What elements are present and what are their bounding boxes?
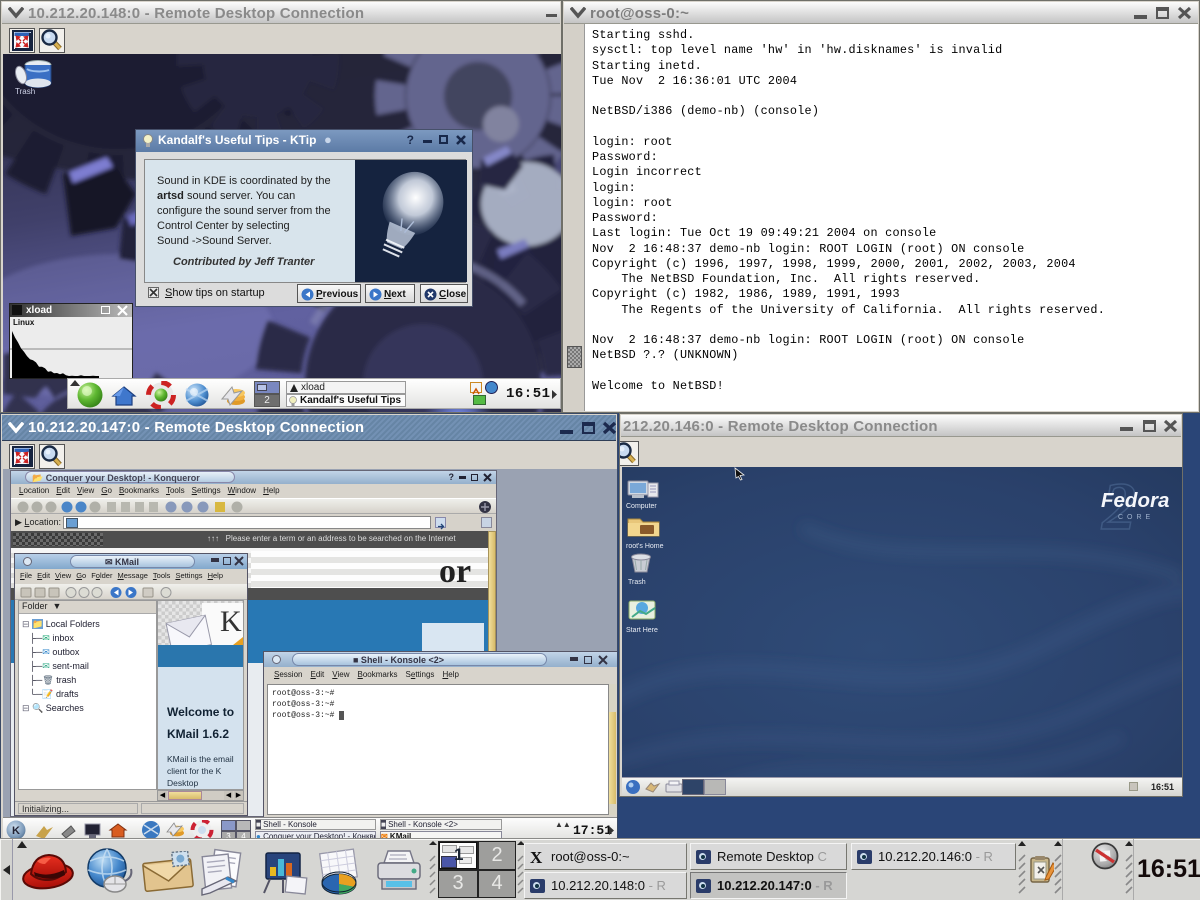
svg-text:Start Here: Start Here <box>626 627 658 634</box>
svg-text:Fedora: Fedora <box>1101 489 1169 512</box>
svg-text:X: X <box>530 849 543 865</box>
svg-text:Computer: Computer <box>626 503 657 510</box>
svg-text:Trash: Trash <box>628 579 646 586</box>
svg-text:CORE: CORE <box>1118 514 1154 521</box>
svg-text:K: K <box>12 825 20 837</box>
